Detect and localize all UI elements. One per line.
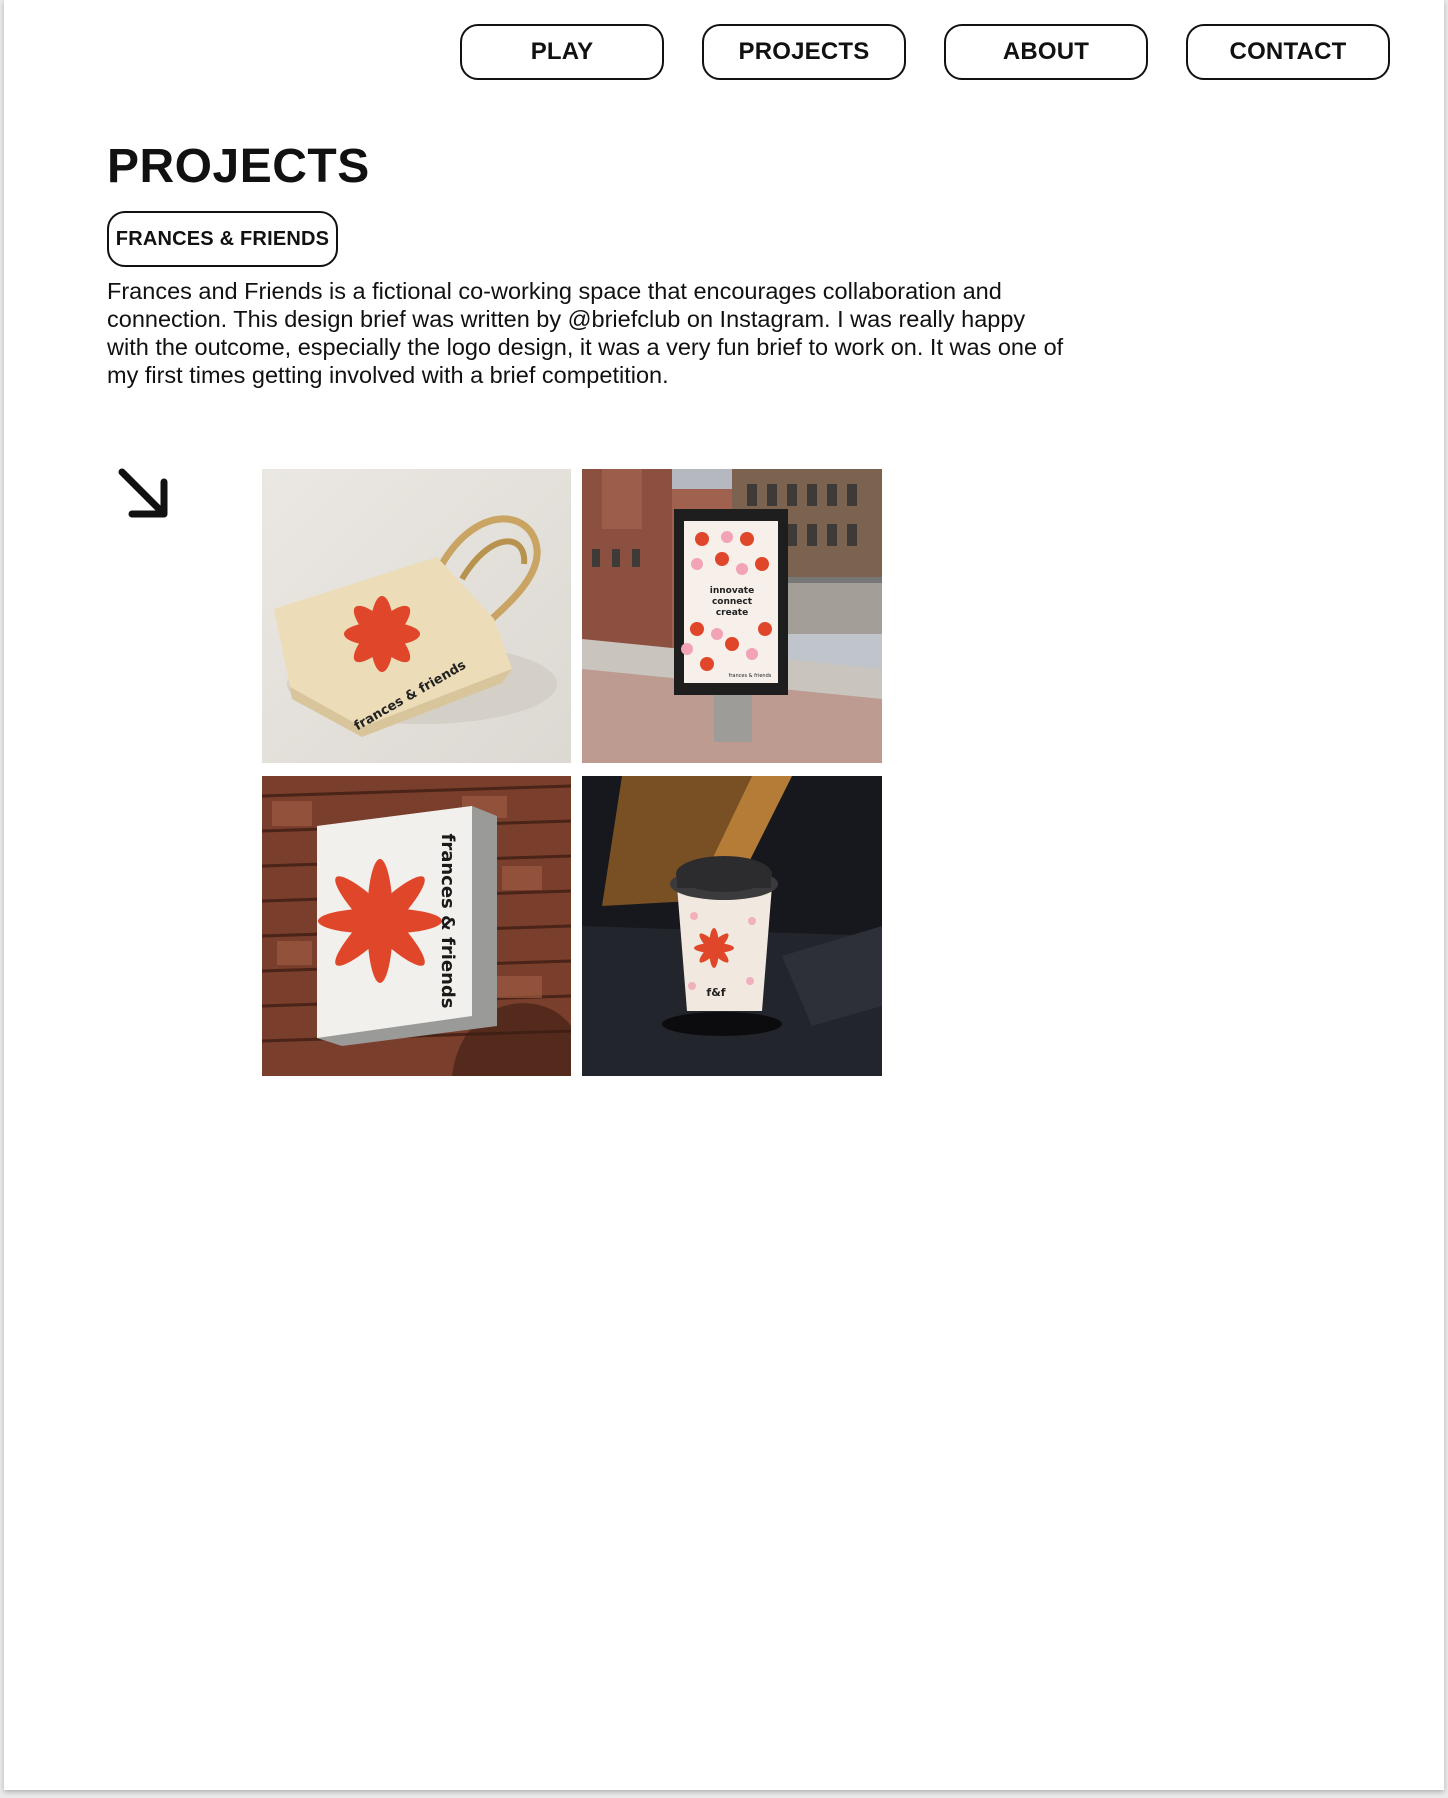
nav-about-button[interactable]: ABOUT — [944, 24, 1148, 80]
wall-sign-photo[interactable]: frances & friends — [262, 776, 571, 1076]
nav-projects-button[interactable]: PROJECTS — [702, 24, 906, 80]
project-description: Frances and Friends is a fictional co-wo… — [107, 278, 1064, 388]
sign-brand-text: frances & friends — [437, 834, 458, 1009]
poster-line-2: connect — [712, 597, 753, 607]
nav-play-button[interactable]: PLAY — [460, 24, 664, 80]
poster-line-3: create — [716, 608, 748, 618]
page-title: PROJECTS — [107, 140, 370, 193]
arrow-down-right-icon — [116, 466, 174, 524]
poster-line-1: innovate — [710, 586, 754, 596]
coffee-cup-photo[interactable]: f&f — [582, 776, 882, 1076]
tote-bag-photo[interactable]: frances & friends — [262, 469, 571, 763]
street-poster-photo[interactable]: innovate connect create frances & friend… — [582, 469, 882, 763]
poster-footer: frances & friends — [729, 673, 772, 679]
cup-brand-text: f&f — [706, 986, 725, 999]
project-name-badge: FRANCES & FRIENDS — [107, 211, 338, 267]
page: PLAY PROJECTS ABOUT CONTACT PROJECTS FRA… — [4, 0, 1444, 1790]
nav-contact-button[interactable]: CONTACT — [1186, 24, 1390, 80]
